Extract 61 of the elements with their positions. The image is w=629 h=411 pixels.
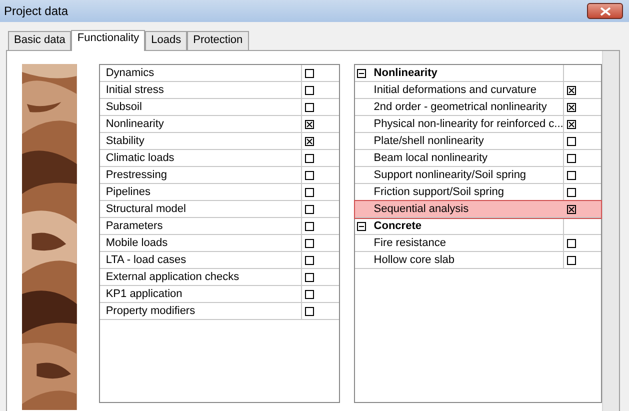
option-label: 2nd order - geometrical nonlinearity — [368, 99, 564, 115]
option-label: Physical non-linearity for reinforced c... — [368, 116, 564, 132]
checkbox[interactable] — [304, 120, 314, 128]
option-label: Sequential analysis — [372, 202, 470, 217]
checkbox[interactable] — [304, 204, 314, 214]
checkbox[interactable] — [567, 188, 576, 196]
checkbox[interactable] — [567, 136, 576, 146]
checkbox[interactable] — [304, 222, 314, 230]
window-title: Project data — [4, 4, 68, 18]
tab[interactable]: Basic data — [8, 31, 72, 50]
feature-label: Subsoil — [100, 99, 302, 115]
checkbox[interactable] — [567, 86, 576, 94]
checkbox[interactable] — [567, 170, 576, 180]
feature-label: KP1 application — [100, 286, 302, 302]
checkbox[interactable] — [304, 238, 314, 248]
checkbox[interactable] — [304, 86, 314, 94]
checkbox[interactable] — [304, 290, 314, 298]
feature-label: External application checks — [100, 269, 302, 285]
checkbox[interactable] — [304, 68, 314, 78]
feature-label: Initial stress — [100, 82, 302, 98]
checkbox[interactable] — [304, 306, 314, 316]
checkbox[interactable] — [567, 120, 576, 128]
checkbox[interactable] — [304, 102, 314, 112]
option-label: Support nonlinearity/Soil spring — [368, 167, 564, 183]
checkbox[interactable] — [304, 256, 314, 264]
tab[interactable]: Functionality — [71, 30, 146, 51]
selected-row[interactable]: Sequential analysis — [354, 201, 602, 218]
feature-label: Stability — [100, 133, 302, 149]
feature-label: Mobile loads — [100, 235, 302, 251]
feature-label: Pipelines — [100, 184, 302, 200]
checkbox[interactable] — [567, 102, 576, 112]
feature-label: Parameters — [100, 218, 302, 234]
tab[interactable]: Loads — [145, 31, 188, 50]
option-label: Initial deformations and curvature — [368, 82, 564, 98]
feature-label: Prestressing — [100, 167, 302, 183]
feature-label: Property modifiers — [100, 303, 302, 319]
checkbox[interactable] — [304, 170, 314, 180]
group-label: Concrete — [368, 218, 564, 234]
feature-label: Nonlinearity — [100, 116, 302, 132]
tab[interactable]: Protection — [187, 31, 249, 50]
checkbox[interactable] — [567, 238, 576, 248]
option-label: Plate/shell nonlinearity — [368, 133, 564, 149]
collapse-icon[interactable] — [357, 222, 366, 230]
feature-label: Dynamics — [100, 65, 302, 81]
close-icon — [600, 6, 610, 16]
checkbox[interactable] — [567, 256, 576, 264]
checkbox[interactable] — [567, 204, 576, 214]
checkbox[interactable] — [304, 154, 314, 162]
group-label: Nonlinearity — [368, 65, 564, 81]
option-label: Hollow core slab — [368, 252, 564, 268]
checkbox[interactable] — [304, 136, 314, 146]
checkbox[interactable] — [304, 188, 314, 196]
feature-label: Structural model — [100, 201, 302, 217]
checkbox[interactable] — [304, 272, 314, 282]
checkbox[interactable] — [567, 154, 576, 162]
feature-label: Climatic loads — [100, 150, 302, 166]
collapse-icon[interactable] — [357, 68, 366, 78]
option-label: Beam local nonlinearity — [368, 150, 564, 166]
close-button[interactable] — [587, 3, 623, 19]
feature-label: LTA - load cases — [100, 252, 302, 268]
option-label: Fire resistance — [368, 235, 564, 251]
